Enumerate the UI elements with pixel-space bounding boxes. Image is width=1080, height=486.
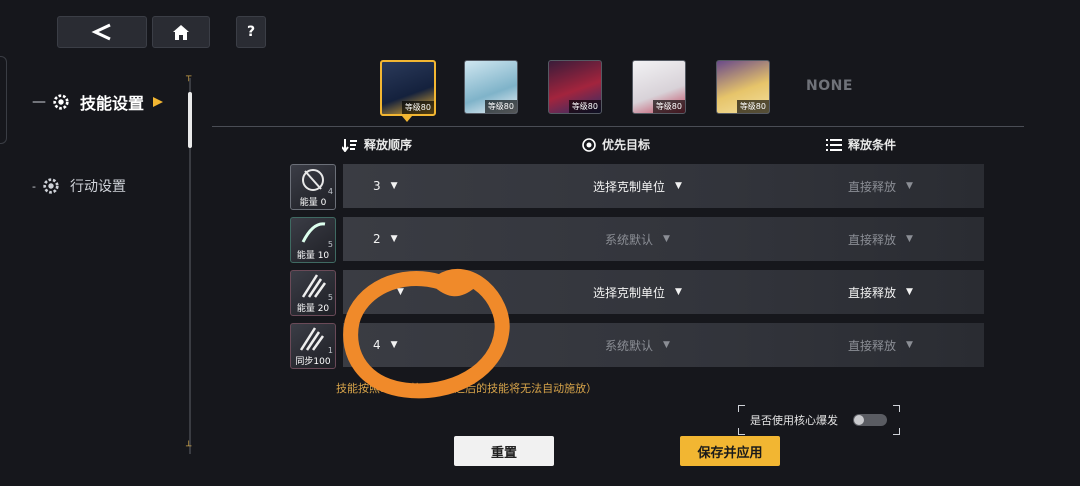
condition-value: 直接释放 xyxy=(848,338,897,353)
selected-indicator-icon xyxy=(402,116,412,122)
skill-row: 3 ▼ 选择克制单位 ▼ 直接释放 ▼ xyxy=(343,164,984,208)
core-burst-toggle[interactable] xyxy=(853,414,887,426)
target-dropdown[interactable]: 选择克制单位 ▼ xyxy=(593,270,682,314)
chevron-left-icon xyxy=(91,23,111,41)
condition-dropdown[interactable]: 直接释放 ▼ xyxy=(848,323,913,367)
help-label: ? xyxy=(246,24,256,40)
sidebar-item-label: 行动设置 xyxy=(69,179,126,195)
chevron-down-icon: ▼ xyxy=(675,287,682,297)
core-burst-label: 是否使用核心爆发 xyxy=(750,414,838,427)
column-header-condition: 释放条件 xyxy=(826,136,896,153)
skill-icon[interactable]: 5 能量 10 xyxy=(290,217,336,263)
frame-corner xyxy=(738,428,745,435)
condition-dropdown[interactable]: 直接释放 ▼ xyxy=(848,217,913,261)
side-accent-bracket xyxy=(0,56,7,144)
sidebar-item-label: 技能设置 xyxy=(80,94,145,113)
portrait-level: 等级80 xyxy=(652,100,685,113)
order-dropdown[interactable]: 3 ▼ xyxy=(373,164,398,208)
chevron-down-icon: ▼ xyxy=(675,181,682,191)
core-burst-setting: 是否使用核心爆发 xyxy=(737,404,901,436)
condition-dropdown[interactable]: 直接释放 ▼ xyxy=(848,270,913,314)
skill-cost-label: 同步100 xyxy=(295,357,331,367)
home-icon xyxy=(173,25,189,40)
character-portrait[interactable]: 等级80 xyxy=(380,60,436,116)
chevron-down-icon: ▼ xyxy=(390,234,398,244)
order-dropdown[interactable]: 4 ▼ xyxy=(373,323,398,367)
toggle-knob xyxy=(854,415,864,425)
chevron-down-icon: ▼ xyxy=(397,287,404,297)
character-portrait[interactable]: 等级80 xyxy=(548,60,602,114)
column-header-order: 释放顺序 xyxy=(342,136,412,153)
portrait-level: 等级80 xyxy=(401,101,434,114)
hint-text: 技能按照1( )释放（普攻之后的技能将无法自动施放） xyxy=(336,382,598,395)
character-portrait[interactable]: 等级80 xyxy=(464,60,518,114)
order-dropdown[interactable]: 2 ▼ xyxy=(373,217,398,261)
chevron-down-icon: ▼ xyxy=(390,340,398,350)
home-button[interactable] xyxy=(152,16,210,48)
back-button[interactable] xyxy=(57,16,147,48)
gear-icon xyxy=(53,94,69,110)
skill-icon[interactable]: 5 能量 20 xyxy=(290,270,336,316)
reset-button[interactable]: 重置 xyxy=(454,436,554,466)
dash-marker: — xyxy=(32,94,46,110)
chevron-down-icon: ▼ xyxy=(906,340,913,350)
scrollbar-thumb[interactable] xyxy=(188,92,192,148)
empty-slot-label[interactable]: NONE xyxy=(806,78,853,94)
portrait-level: 等级80 xyxy=(484,100,517,113)
order-value: 3 xyxy=(373,179,381,193)
condition-dropdown[interactable]: 直接释放 ▼ xyxy=(848,164,913,208)
frame-corner xyxy=(738,405,745,412)
target-dropdown[interactable]: 选择克制单位 ▼ xyxy=(593,164,682,208)
skill-row: 4 ▼ 系统默认 ▼ 直接释放 ▼ xyxy=(343,323,984,367)
portrait-level: 等级80 xyxy=(568,100,601,113)
target-value: 系统默认 xyxy=(605,232,654,247)
character-portrait[interactable]: 等级80 xyxy=(632,60,686,114)
scrollbar-bottom-cap: ┴ xyxy=(186,442,192,452)
portrait-level: 等级80 xyxy=(736,100,769,113)
column-header-label: 释放顺序 xyxy=(364,138,413,152)
skill-cost-label: 能量 20 xyxy=(296,304,330,314)
target-value: 选择克制单位 xyxy=(593,179,666,194)
sidebar-item-action-settings[interactable]: - 行动设置 xyxy=(32,176,126,196)
target-dropdown[interactable]: 系统默认 ▼ xyxy=(605,323,670,367)
gear-icon xyxy=(43,178,59,194)
target-value: 选择克制单位 xyxy=(593,285,666,300)
column-header-label: 释放条件 xyxy=(848,138,897,152)
order-value: 2 xyxy=(373,232,381,246)
help-button[interactable]: ? xyxy=(236,16,266,48)
character-portrait[interactable]: 等级80 xyxy=(716,60,770,114)
sort-order-icon xyxy=(342,138,357,152)
condition-value: 直接释放 xyxy=(848,285,897,300)
chevron-down-icon: ▼ xyxy=(390,181,398,191)
column-header-target: 优先目标 xyxy=(582,136,650,153)
list-icon xyxy=(826,138,842,151)
skill-icon[interactable]: 1 同步100 xyxy=(290,323,336,369)
skill-row: 2 ▼ 系统默认 ▼ 直接释放 ▼ xyxy=(343,217,984,261)
triangle-right-icon xyxy=(153,97,164,107)
frame-corner xyxy=(893,428,900,435)
order-dropdown[interactable]: ▼ xyxy=(387,270,404,314)
sidebar-item-skill-settings[interactable]: — 技能设置 xyxy=(32,90,164,114)
column-header-label: 优先目标 xyxy=(602,138,651,152)
chevron-down-icon: ▼ xyxy=(906,234,913,244)
scrollbar-top-cap: ┬ xyxy=(186,72,192,82)
order-value: 4 xyxy=(373,338,381,352)
frame-corner xyxy=(893,405,900,412)
condition-value: 直接释放 xyxy=(848,179,897,194)
save-and-apply-button[interactable]: 保存并应用 xyxy=(680,436,780,466)
chevron-down-icon: ▼ xyxy=(906,181,913,191)
header-divider xyxy=(212,126,1024,127)
skill-cost-label: 能量 0 xyxy=(299,198,327,208)
condition-value: 直接释放 xyxy=(848,232,897,247)
target-icon xyxy=(582,137,596,152)
target-dropdown[interactable]: 系统默认 ▼ xyxy=(605,217,670,261)
skill-row: ▼ 选择克制单位 ▼ 直接释放 ▼ xyxy=(343,270,984,314)
chevron-down-icon: ▼ xyxy=(906,287,913,297)
chevron-down-icon: ▼ xyxy=(663,340,670,350)
target-value: 系统默认 xyxy=(605,338,654,353)
chevron-down-icon: ▼ xyxy=(663,234,670,244)
dash-marker: - xyxy=(32,179,36,193)
skill-cost-label: 能量 10 xyxy=(296,251,330,261)
skill-icon[interactable]: 4 能量 0 xyxy=(290,164,336,210)
